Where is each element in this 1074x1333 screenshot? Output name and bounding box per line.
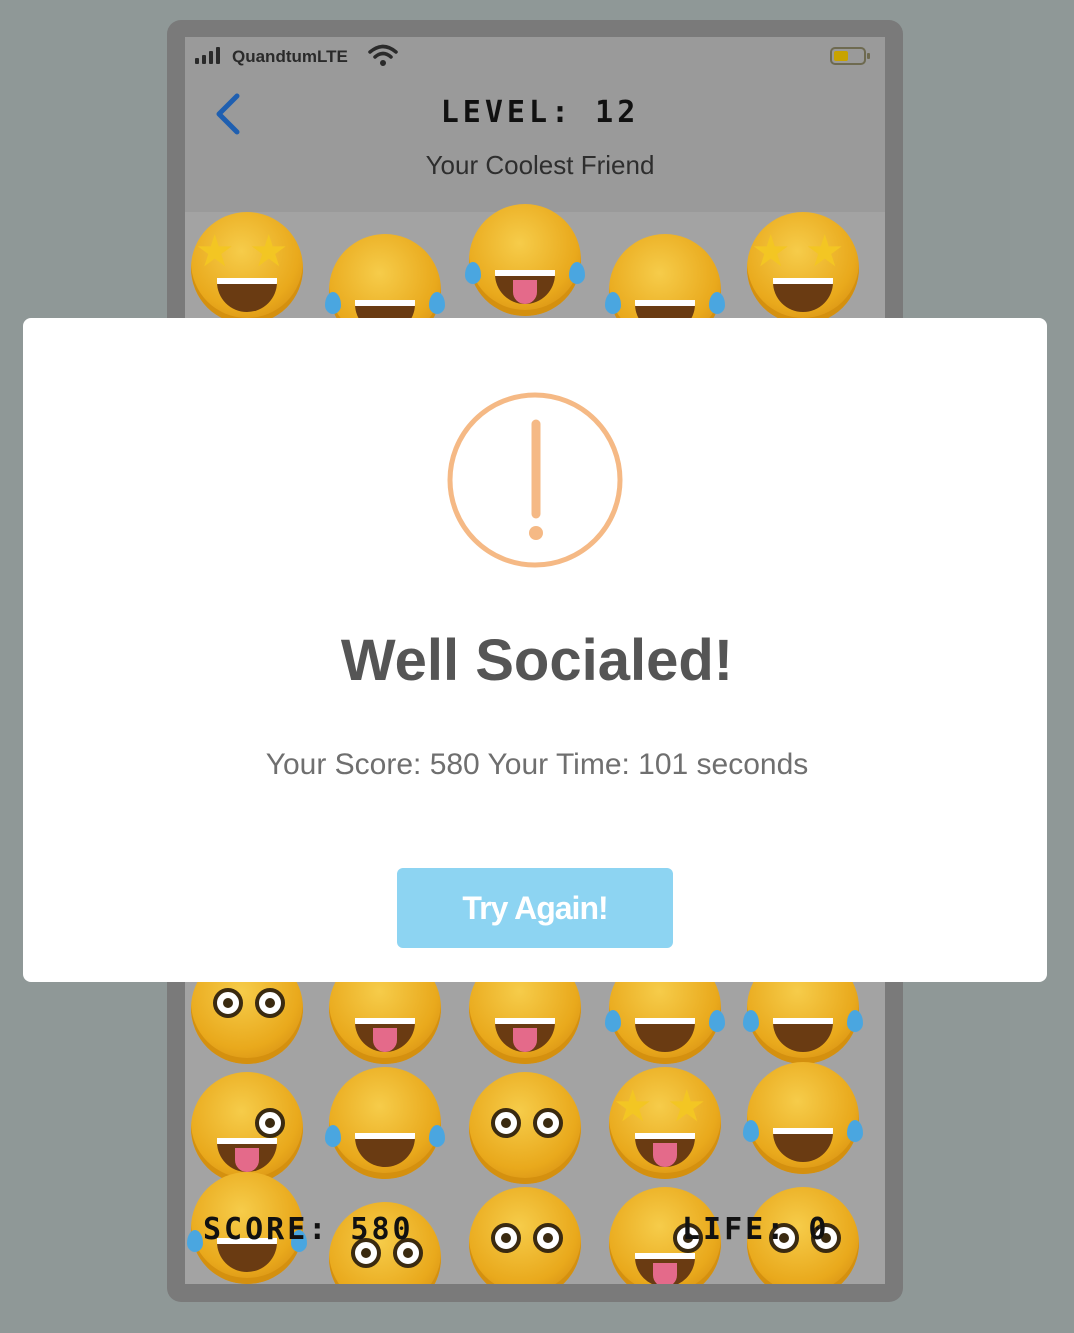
try-again-button[interactable]: Try Again! [397,868,673,948]
modal-title: Well Socialed! [340,628,734,693]
exclamation-circle-icon [447,392,623,568]
modal-score-text: Your Score: 580 Your Time: 101 seconds [265,748,809,781]
